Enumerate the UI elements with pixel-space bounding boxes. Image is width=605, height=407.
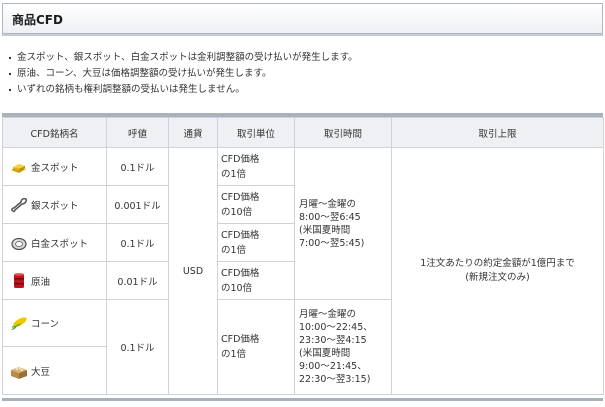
col-header-time: 取引時間	[294, 117, 392, 148]
row-name-oil: 原油	[2, 261, 107, 300]
time-line: 月曜～金曜の	[299, 309, 357, 320]
time-line: 8:00～翌6:45	[299, 211, 361, 223]
unit-line: の1倍	[221, 349, 247, 360]
table-header-row: CFD銘柄名 呼値 通貨 取引単位 取引時間 取引上限	[2, 117, 604, 148]
corn-icon	[9, 314, 29, 332]
unit-value: CFD価格 の10倍	[217, 261, 295, 300]
trading-time-metals: 月曜～金曜の 8:00～翌6:45 (米国夏時間 7:00～翌5:45)	[294, 147, 392, 300]
currency-value: USD	[168, 147, 218, 395]
unit-line: の10倍	[221, 206, 253, 218]
unit-value: CFD価格 の1倍	[217, 147, 295, 186]
row-name-soybean: 大豆	[2, 346, 107, 395]
unit-line: CFD価格	[221, 229, 260, 241]
tick-value: 0.1ドル	[106, 299, 169, 395]
tick-value: 0.01ドル	[106, 261, 169, 300]
note-item: いずれの銘柄も権利調整額の受払いは発生しません。	[8, 82, 598, 98]
gold-bar-icon	[9, 158, 29, 176]
unit-line: CFD価格	[221, 153, 260, 165]
time-line: 22:30～翌3:15)	[299, 374, 371, 385]
time-line: 月曜～金曜の	[299, 198, 357, 210]
unit-line: CFD価格	[221, 334, 260, 345]
time-line: 9:00～21:45、	[299, 361, 367, 372]
header-divider	[2, 34, 603, 36]
unit-value: CFD価格 の1倍	[217, 299, 295, 395]
oil-drum-icon	[9, 272, 29, 290]
limit-line: (新規注文のみ)	[465, 272, 530, 283]
row-name-platinum: 白金スポット	[2, 223, 107, 262]
col-header-limit: 取引上限	[391, 117, 604, 148]
time-line: 10:00～22:45、	[299, 322, 373, 333]
soybean-box-icon	[9, 362, 29, 380]
tick-value: 0.1ドル	[106, 147, 169, 186]
row-name-label: 銀スポット	[31, 200, 79, 212]
trading-limit: 1注文あたりの約定金額が1億円まで (新規注文のみ)	[391, 147, 604, 395]
note-item: 金スポット、銀スポット、白金スポットは金利調整額の受け払いが発生します。	[8, 50, 598, 66]
time-line: (米国夏時間	[299, 224, 351, 236]
unit-line: の1倍	[221, 244, 247, 256]
limit-line: 1注文あたりの約定金額が1億円まで	[420, 258, 575, 269]
col-header-unit: 取引単位	[217, 117, 295, 148]
row-name-label: コーン	[31, 319, 60, 330]
unit-line: CFD価格	[221, 191, 260, 203]
row-name-label: 金スポット	[31, 162, 79, 174]
row-name-corn: コーン	[2, 299, 107, 347]
unit-value: CFD価格 の1倍	[217, 223, 295, 262]
unit-value: CFD価格 の10倍	[217, 185, 295, 224]
row-name-silver: 銀スポット	[2, 185, 107, 224]
tick-value: 0.001ドル	[106, 185, 169, 224]
page-title: 商品CFD	[12, 13, 63, 27]
platinum-ring-icon	[9, 234, 29, 252]
col-header-tick: 呼値	[106, 117, 169, 148]
col-header-currency: 通貨	[168, 117, 218, 148]
time-line: (米国夏時間	[299, 348, 351, 359]
row-name-label: 原油	[31, 276, 51, 288]
notes-list: 金スポット、銀スポット、白金スポットは金利調整額の受け払いが発生します。 原油、…	[8, 50, 598, 98]
table-row: 金スポット 0.1ドル USD CFD価格 の1倍 月曜～金曜の 8:00～翌6…	[2, 147, 604, 395]
row-name-label: 大豆	[31, 366, 51, 378]
table-bottom-border	[2, 398, 603, 401]
tick-value: 0.1ドル	[106, 223, 169, 262]
section-header: 商品CFD	[2, 3, 603, 34]
row-name-label: 白金スポット	[31, 238, 89, 250]
unit-line: の10倍	[221, 282, 253, 294]
time-line: 7:00～翌5:45)	[299, 237, 365, 249]
cfd-spec-table: CFD銘柄名 呼値 通貨 取引単位 取引時間 取引上限 金スポット 0.1ドル …	[2, 117, 604, 395]
col-header-name: CFD銘柄名	[2, 117, 107, 148]
silver-spoon-icon	[9, 196, 29, 214]
row-name-gold: 金スポット	[2, 147, 107, 186]
trading-time-grains: 月曜～金曜の 10:00～22:45、 23:30～翌4:15 (米国夏時間 9…	[294, 299, 392, 395]
unit-line: の1倍	[221, 168, 247, 180]
unit-line: CFD価格	[221, 267, 260, 279]
time-line: 23:30～翌4:15	[299, 335, 367, 346]
note-item: 原油、コーン、大豆は価格調整額の受け払いが発生します。	[8, 66, 598, 82]
